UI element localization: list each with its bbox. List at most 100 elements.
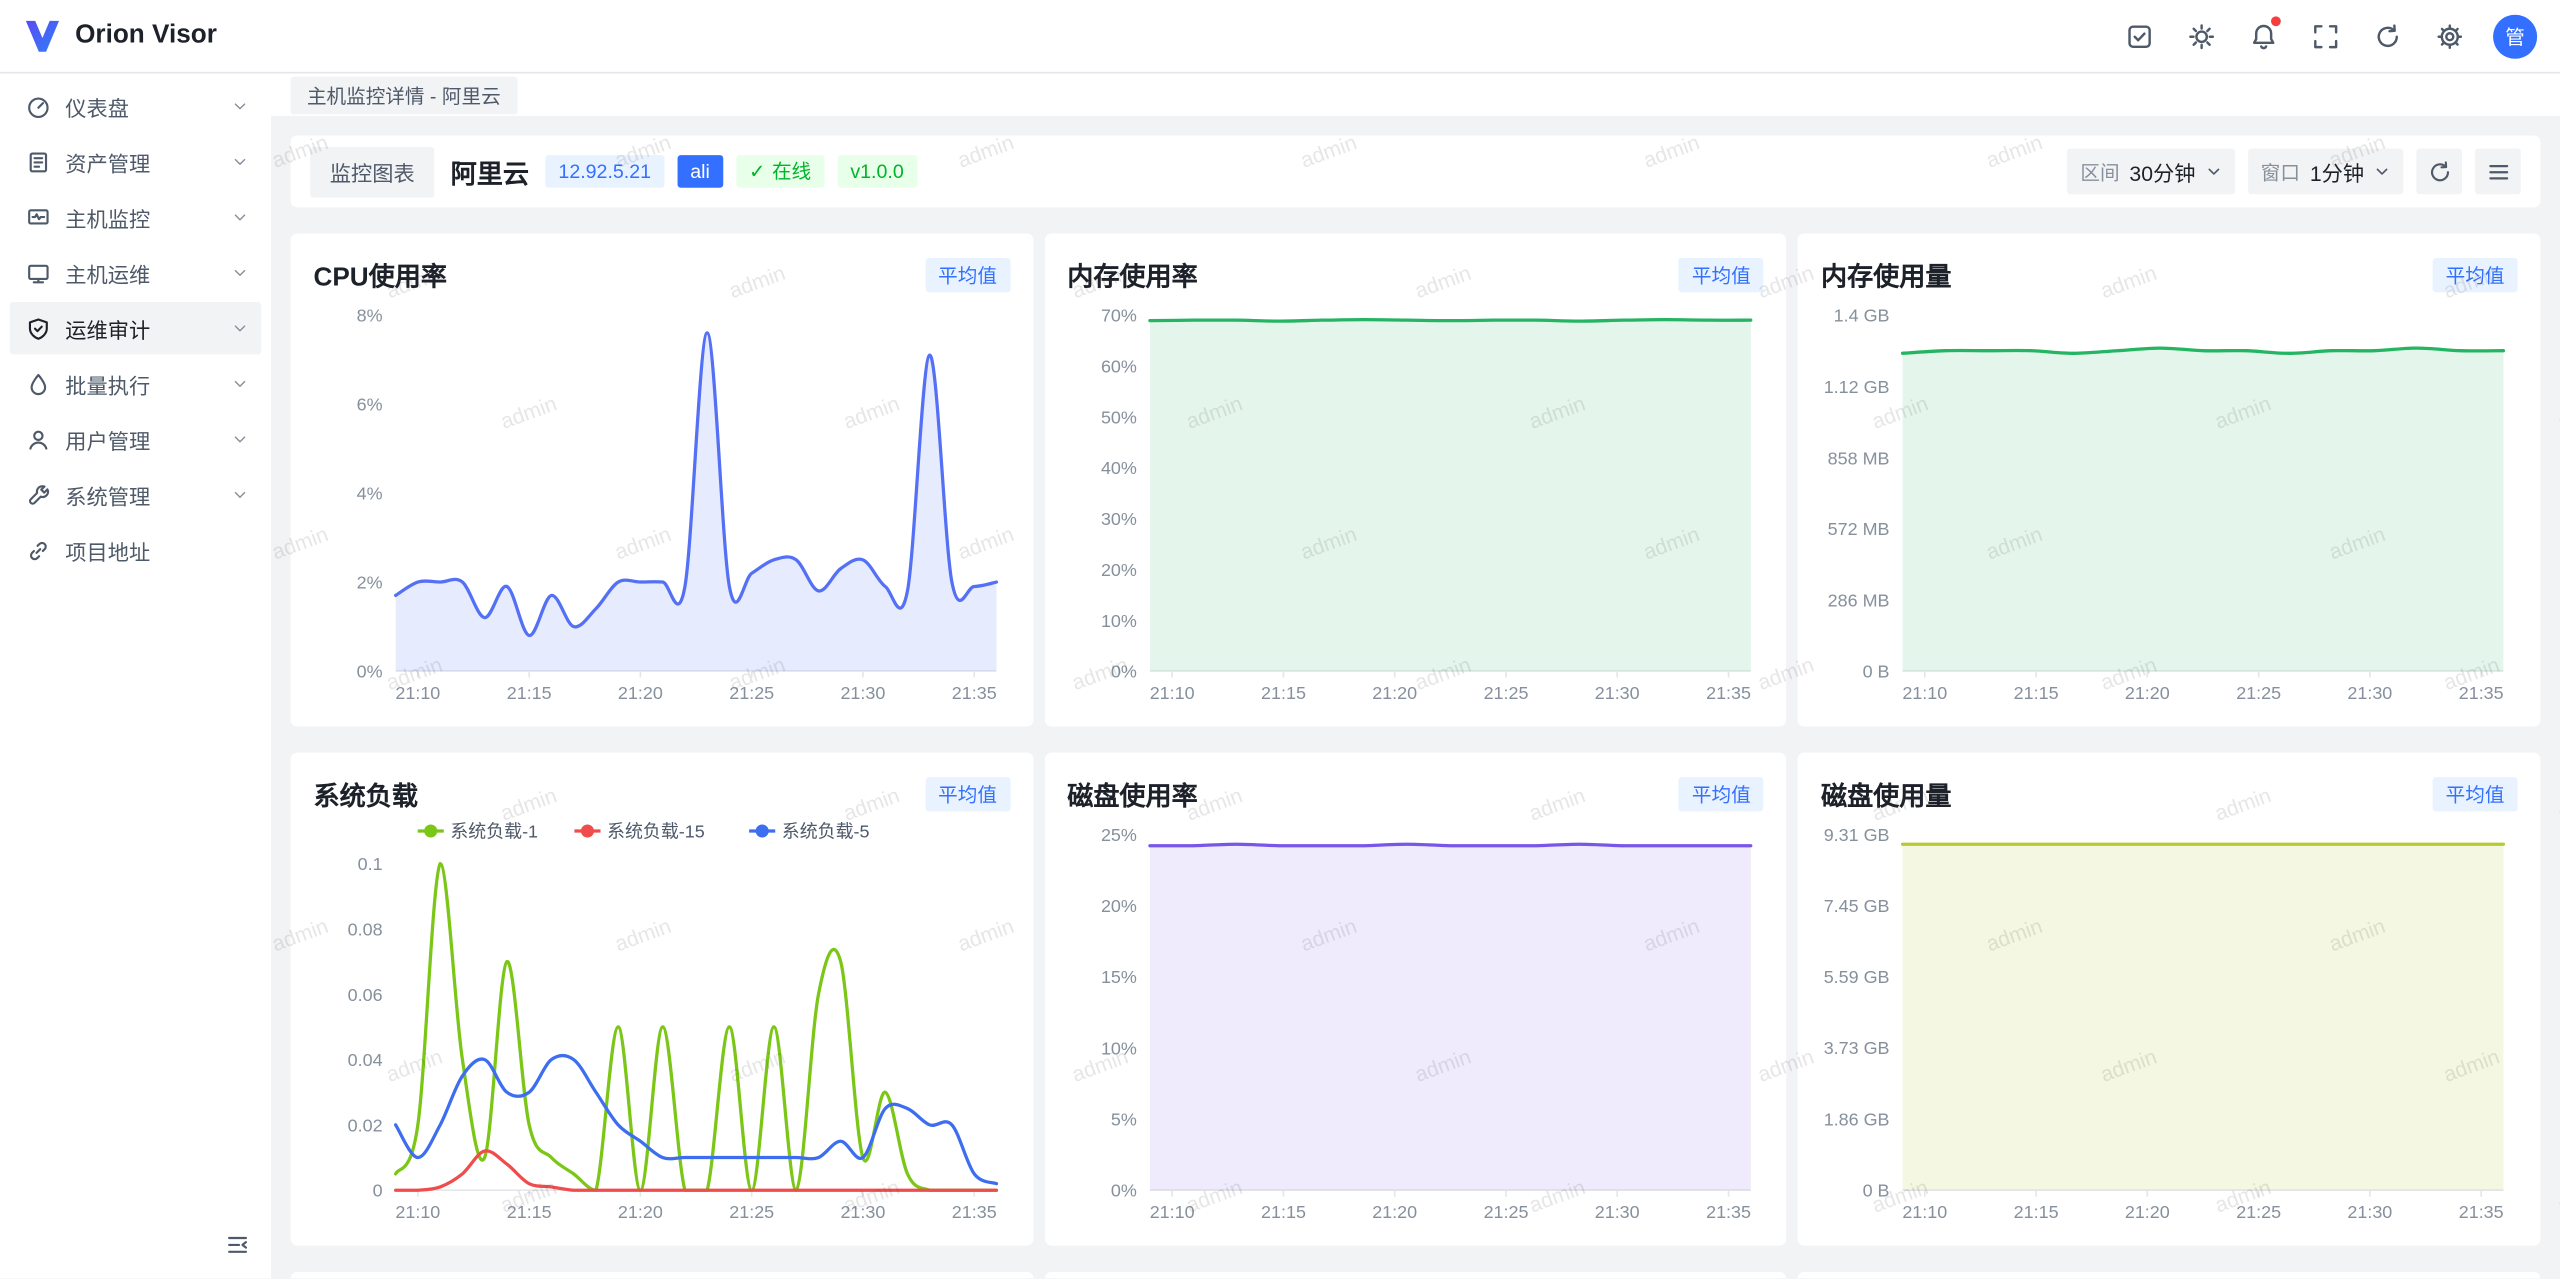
sidebar-item-host-ops[interactable]: 主机运维: [10, 247, 261, 299]
svg-text:21:25: 21:25: [1483, 1202, 1528, 1222]
check-square-icon: [2125, 22, 2153, 50]
svg-text:21:35: 21:35: [2459, 683, 2504, 703]
chart-title: 磁盘使用量: [1821, 774, 1952, 813]
sidebar-item-batch-exec[interactable]: 批量执行: [10, 358, 261, 410]
sidebar-item-label: 资产管理: [65, 146, 217, 177]
settings-button[interactable]: [2424, 11, 2473, 60]
sidebar-item-label: 系统管理: [65, 479, 217, 510]
chart-svg: 0%2%4%6%8%21:1021:1521:2021:2521:3021:35: [313, 296, 1010, 714]
sidebar-item-host-monitoring[interactable]: 主机监控: [10, 191, 261, 243]
theme-icon: [2187, 22, 2215, 50]
svg-text:0.08: 0.08: [348, 920, 383, 940]
svg-text:286 MB: 286 MB: [1828, 590, 1890, 610]
svg-text:20%: 20%: [1100, 560, 1136, 580]
host-tag-badge: ali: [677, 155, 723, 188]
refresh-icon: [2427, 159, 2451, 183]
chevron-down-icon: [232, 264, 248, 280]
refresh-charts-button[interactable]: [2416, 149, 2462, 195]
memory-usage-rate-chart: 0%10%20%30%40%50%60%70%21:1021:1521:2021…: [1067, 296, 1764, 714]
svg-text:4%: 4%: [357, 484, 383, 504]
notification-dot: [2271, 16, 2281, 26]
chevron-down-icon: [232, 209, 248, 225]
chart-card: 内存使用率 平均值 0%10%20%30%40%50%60%70%21:1021…: [1044, 233, 1786, 726]
asset-icon: [26, 149, 50, 173]
sidebar-item-system-mgmt[interactable]: 系统管理: [10, 469, 261, 521]
disk-usage-amount-chart: 0 B1.86 GB3.73 GB5.59 GB7.45 GB9.31 GB21…: [1821, 815, 2518, 1233]
sidebar-item-ops-audit[interactable]: 运维审计: [10, 302, 261, 354]
chart-svg: 0%10%20%30%40%50%60%70%21:1021:1521:2021…: [1067, 296, 1764, 714]
svg-text:60%: 60%: [1100, 356, 1136, 376]
average-badge: 平均值: [925, 776, 1010, 810]
monitor-chart-button[interactable]: 监控图表: [310, 146, 434, 197]
svg-text:572 MB: 572 MB: [1828, 519, 1890, 539]
range-select-value: 30分钟: [2129, 156, 2195, 187]
chart-title: 内存使用率: [1067, 255, 1198, 294]
host-version-badge: v1.0.0: [837, 155, 917, 188]
chart-svg: 0 B286 MB572 MB858 MB1.12 GB1.4 GB21:102…: [1821, 296, 2518, 714]
breadcrumb: 主机监控详情 - 阿里云: [291, 76, 517, 114]
range-select[interactable]: 区间 30分钟: [2067, 149, 2234, 195]
svg-text:21:15: 21:15: [2014, 683, 2059, 703]
svg-text:21:20: 21:20: [2125, 1202, 2170, 1222]
window-select-label: 窗口: [2261, 158, 2300, 186]
svg-text:5.59 GB: 5.59 GB: [1824, 967, 1890, 987]
svg-text:25%: 25%: [1100, 825, 1136, 845]
theme-button[interactable]: [2176, 11, 2225, 60]
svg-text:0.06: 0.06: [348, 985, 383, 1005]
chart-card-partial: [1798, 1272, 2540, 1279]
bell-button[interactable]: [2238, 11, 2287, 60]
chart-title: 磁盘使用率: [1067, 774, 1198, 813]
svg-text:30%: 30%: [1100, 509, 1136, 529]
svg-text:0 B: 0 B: [1863, 1181, 1890, 1201]
sidebar-item-label: 用户管理: [65, 424, 217, 455]
sidebar-item-dashboard[interactable]: 仪表盘: [10, 80, 261, 132]
refresh-button[interactable]: [2362, 11, 2411, 60]
svg-text:0%: 0%: [1110, 662, 1136, 682]
svg-text:系统负载-15: 系统负载-15: [607, 822, 705, 842]
chevron-down-icon: [232, 153, 248, 169]
sidebar-item-assets[interactable]: 资产管理: [10, 136, 261, 188]
svg-text:21:25: 21:25: [729, 683, 774, 703]
svg-text:21:15: 21:15: [507, 1202, 552, 1222]
breadcrumb-bar: 主机监控详情 - 阿里云: [271, 73, 2560, 115]
sidebar-item-project-link[interactable]: 项目地址: [10, 524, 261, 576]
batch-icon: [26, 371, 50, 395]
logo: Orion Visor: [23, 16, 217, 55]
svg-text:21:35: 21:35: [1706, 683, 1751, 703]
chart-list-button[interactable]: [2475, 149, 2521, 195]
host-ip-badge: 12.92.5.21: [545, 155, 664, 188]
svg-text:1.12 GB: 1.12 GB: [1824, 377, 1890, 397]
sidebar: 仪表盘资产管理主机监控主机运维运维审计批量执行用户管理系统管理项目地址: [0, 73, 271, 1278]
sidebar-item-label: 主机运维: [65, 257, 217, 288]
svg-text:21:25: 21:25: [2237, 1202, 2282, 1222]
window-select[interactable]: 窗口 1分钟: [2248, 149, 2404, 195]
svg-text:21:20: 21:20: [618, 1202, 663, 1222]
svg-text:21:35: 21:35: [1706, 1202, 1751, 1222]
menu-fold-icon: [224, 1232, 248, 1256]
svg-text:0.02: 0.02: [348, 1115, 383, 1135]
chart-card: 内存使用量 平均值 0 B286 MB572 MB858 MB1.12 GB1.…: [1798, 233, 2540, 726]
fullscreen-button[interactable]: [2300, 11, 2349, 60]
check-square-button[interactable]: [2114, 11, 2163, 60]
avatar[interactable]: 管: [2493, 14, 2537, 58]
sidebar-item-user-mgmt[interactable]: 用户管理: [10, 413, 261, 465]
average-badge: 平均值: [2433, 776, 2518, 810]
status-text: 在线: [772, 158, 811, 184]
sidebar-collapse-button[interactable]: [219, 1226, 255, 1262]
svg-text:21:20: 21:20: [1372, 683, 1417, 703]
svg-text:3.73 GB: 3.73 GB: [1824, 1038, 1890, 1058]
sidebar-menu: 仪表盘资产管理主机监控主机运维运维审计批量执行用户管理系统管理项目地址: [0, 80, 271, 1226]
svg-text:10%: 10%: [1100, 1038, 1136, 1058]
svg-text:21:15: 21:15: [1260, 683, 1305, 703]
check-icon: ✓: [749, 158, 765, 184]
host-header-card: 监控图表 阿里云 12.92.5.21 ali ✓ 在线 v1.0.0 区间 3…: [291, 136, 2541, 208]
svg-text:21:30: 21:30: [1594, 683, 1639, 703]
chart-card: 磁盘使用率 平均值 0%5%10%15%20%25%21:1021:1521:2…: [1044, 753, 1786, 1246]
link-icon: [26, 538, 50, 562]
main-content: 主机监控详情 - 阿里云 监控图表 阿里云 12.92.5.21 ali ✓ 在…: [271, 73, 2560, 1278]
host-status-badge: ✓ 在线: [736, 155, 824, 188]
chart-title: CPU使用率: [313, 255, 447, 294]
svg-text:0%: 0%: [1110, 1181, 1136, 1201]
partial-card-row: [291, 1272, 2541, 1279]
sidebar-item-label: 主机监控: [65, 202, 217, 233]
